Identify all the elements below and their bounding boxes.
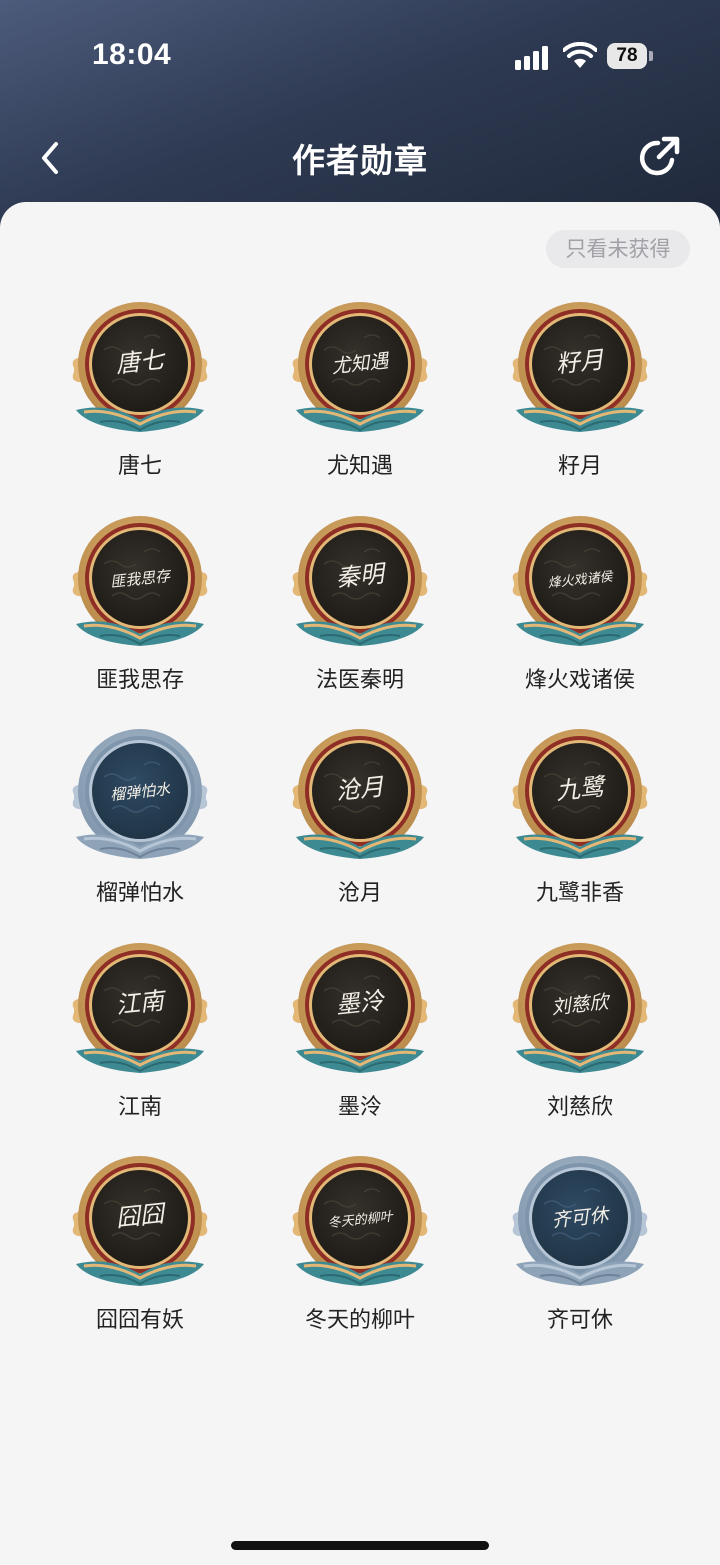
medal-author-name: 法医秦明 [315,667,404,693]
medal-item[interactable]: 沧月 沧月 [260,725,460,915]
medal-author-name: 籽月 [557,454,602,479]
navigation-bar: 作者勋章 [0,120,720,196]
status-time: 18:04 [92,38,172,71]
medal-author-name: 墨泠 [337,1094,382,1120]
share-icon[interactable] [636,134,682,180]
home-indicator [231,1541,489,1550]
medal-author-name: 九鹭非香 [535,881,624,906]
gold-medal-icon: 囧囧 [72,1156,208,1286]
medal-signature: 江南 [114,986,169,1019]
gold-medal-icon: 烽火戏诸侯 [512,515,648,646]
gold-medal-icon: 唐七 [72,302,208,432]
silver-medal-icon: 榴弹怕水 [72,729,208,859]
medal-signature: 墨泠 [334,986,387,1019]
medal-signature: 囧囧 [114,1199,168,1232]
gold-medal-icon: 冬天的柳叶 [292,1156,428,1286]
medal-item[interactable]: 籽月 籽月 [480,298,680,488]
medal-signature: 唐七 [114,345,168,378]
medal-signature: 九鹭 [554,772,609,805]
medal-item[interactable]: 江南 江南 [40,939,240,1129]
medal-item[interactable]: 唐七 唐七 [40,298,240,488]
medal-signature: 秦明 [334,559,389,592]
medal-author-name: 唐七 [117,454,162,479]
gold-medal-icon: 刘慈欣 [512,942,648,1073]
medal-item[interactable]: 刘慈欣 刘慈欣 [480,939,680,1129]
medal-signature: 籽月 [554,345,606,378]
medal-author-name: 烽火戏诸侯 [524,667,635,693]
medal-author-name: 囧囧有妖 [95,1308,184,1333]
medal-item[interactable]: 齐可休 齐可休 [480,1152,680,1342]
medal-item[interactable]: 匪我思存 匪我思存 [40,512,240,702]
gold-medal-icon: 籽月 [512,302,648,432]
gold-medal-icon: 九鹭 [512,729,648,859]
medal-item[interactable]: 烽火戏诸侯 烽火戏诸侯 [480,512,680,702]
medal-item[interactable]: 秦明 法医秦明 [260,512,460,702]
gold-medal-icon: 尤知遇 [292,302,428,432]
medal-author-name: 齐可休 [546,1308,613,1333]
gold-medal-icon: 江南 [72,942,208,1073]
medal-item[interactable]: 墨泠 墨泠 [260,939,460,1129]
battery-level: 78 [607,43,647,69]
silver-medal-icon: 齐可休 [512,1156,648,1286]
gold-medal-icon: 沧月 [292,729,428,859]
medal-author-name: 沧月 [337,881,382,906]
medal-list-panel: 只看未获得 唐七 唐七 尤知遇 尤知遇 籽月 籽月 匪我思存 匪我思存 秦明 法… [0,202,720,1565]
medal-item[interactable]: 冬天的柳叶 冬天的柳叶 [260,1152,460,1342]
wifi-icon [563,42,597,68]
medal-author-name: 刘慈欣 [546,1094,613,1120]
medal-signature: 沧月 [334,772,386,805]
cellular-signal-icon [515,44,555,70]
status-bar: 18:04 78 [0,0,720,110]
page-title: 作者勋章 [292,141,428,180]
medal-item[interactable]: 尤知遇 尤知遇 [260,298,460,488]
medal-item[interactable]: 囧囧 囧囧有妖 [40,1152,240,1342]
medal-author-name: 匪我思存 [95,667,184,693]
filter-unobtained-button[interactable]: 只看未获得 [546,230,690,268]
gold-medal-icon: 匪我思存 [72,515,208,646]
medal-author-name: 江南 [117,1094,162,1120]
medal-item[interactable]: 九鹭 九鹭非香 [480,725,680,915]
battery-icon: 78 [607,43,653,71]
medal-author-name: 冬天的柳叶 [304,1308,415,1333]
medal-author-name: 榴弹怕水 [95,881,184,906]
gold-medal-icon: 秦明 [292,515,428,646]
gold-medal-icon: 墨泠 [292,942,428,1073]
medal-author-name: 尤知遇 [326,454,393,479]
medal-item[interactable]: 榴弹怕水 榴弹怕水 [40,725,240,915]
